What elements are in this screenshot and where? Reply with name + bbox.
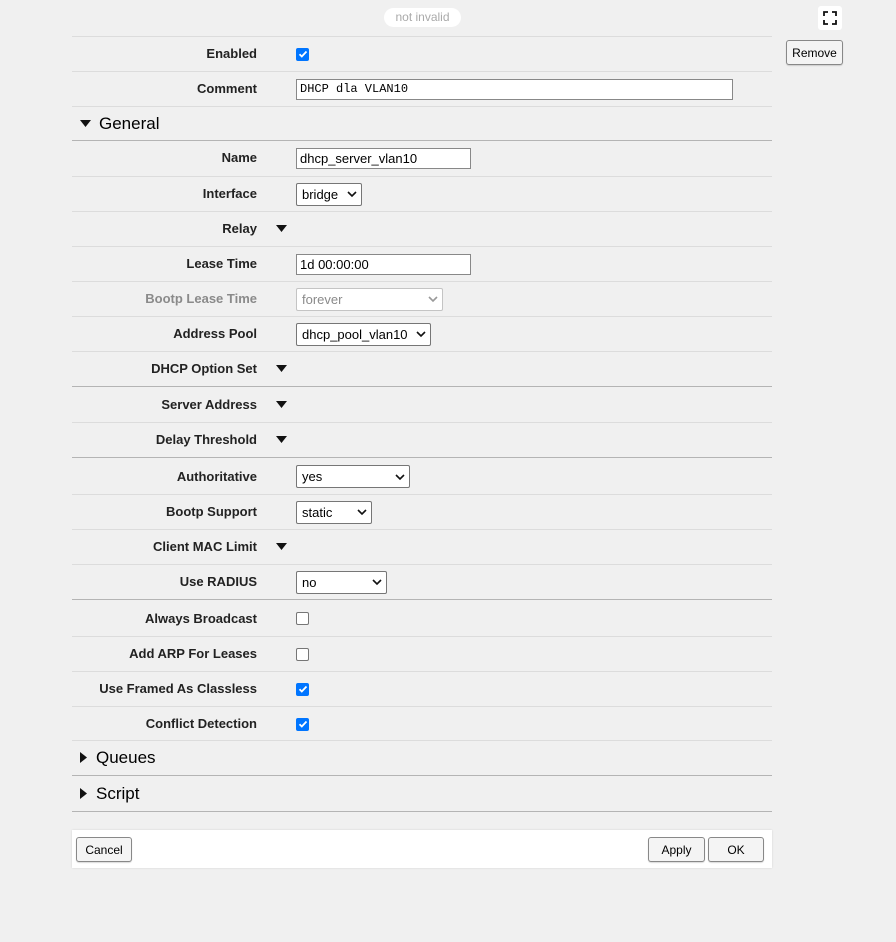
triangle-down-icon[interactable] — [276, 225, 287, 233]
triangle-down-icon — [80, 119, 91, 127]
chevron-down-icon — [372, 579, 382, 586]
row-comment: Comment DHCP dla VLAN10 — [72, 71, 772, 106]
chevron-down-icon — [357, 509, 367, 516]
section-script[interactable]: Script — [72, 776, 772, 811]
row-address-pool: Address Pool dhcp_pool_vlan10 — [72, 316, 772, 351]
use-framed-as-classless-label: Use Framed As Classless — [99, 681, 257, 696]
fullscreen-button[interactable] — [818, 6, 842, 30]
section-queues[interactable]: Queues — [72, 741, 772, 775]
always-broadcast-label: Always Broadcast — [145, 611, 257, 626]
bootp-support-label: Bootp Support — [166, 504, 257, 519]
remove-button[interactable]: Remove — [786, 40, 843, 65]
bootp-lease-time-label: Bootp Lease Time — [145, 291, 257, 306]
section-queues-title: Queues — [96, 747, 156, 767]
conflict-detection-checkbox[interactable] — [296, 717, 309, 731]
apply-button[interactable]: Apply — [648, 837, 705, 862]
name-input[interactable]: dhcp_server_vlan10 — [296, 147, 471, 169]
comment-textarea[interactable]: DHCP dla VLAN10 — [296, 78, 733, 100]
interface-value: bridge — [302, 186, 339, 202]
triangle-down-icon[interactable] — [276, 543, 287, 551]
section-script-title: Script — [96, 783, 140, 803]
use-radius-label: Use RADIUS — [179, 574, 257, 589]
lease-time-label: Lease Time — [186, 256, 257, 271]
row-always-broadcast: Always Broadcast — [72, 599, 772, 636]
relay-label: Relay — [222, 221, 257, 236]
delay-threshold-label: Delay Threshold — [155, 432, 257, 447]
row-use-framed-as-classless: Use Framed As Classless — [72, 671, 772, 706]
dhcp-server-form: Enabled Comment DHCP dla VLAN10 General … — [72, 36, 772, 812]
use-framed-as-classless-checkbox[interactable] — [296, 682, 309, 696]
triangle-right-icon — [80, 752, 87, 763]
address-pool-label: Address Pool — [173, 326, 257, 341]
triangle-down-icon[interactable] — [276, 401, 287, 409]
address-pool-select[interactable]: dhcp_pool_vlan10 — [296, 322, 431, 346]
client-mac-limit-label: Client MAC Limit — [153, 539, 257, 554]
row-enabled: Enabled — [72, 36, 772, 71]
bootp-support-value: static — [302, 504, 333, 520]
row-delay-threshold: Delay Threshold — [72, 422, 772, 457]
interface-select[interactable]: bridge — [296, 182, 362, 206]
address-pool-value: dhcp_pool_vlan10 — [302, 326, 408, 342]
section-general-title: General — [99, 113, 160, 133]
server-address-label: Server Address — [161, 397, 257, 412]
row-client-mac-limit: Client MAC Limit — [72, 529, 772, 564]
status-badge: not invalid — [384, 8, 461, 27]
row-lease-time: Lease Time 1d 00:00:00 — [72, 246, 772, 281]
check-icon — [298, 720, 307, 728]
authoritative-select[interactable]: yes — [296, 465, 410, 488]
row-conflict-detection: Conflict Detection — [72, 706, 772, 741]
row-dhcp-option-set: DHCP Option Set — [72, 351, 772, 386]
add-arp-for-leases-checkbox[interactable] — [296, 647, 309, 661]
triangle-down-icon[interactable] — [276, 365, 287, 373]
row-bootp-support: Bootp Support static — [72, 494, 772, 529]
lease-time-input[interactable]: 1d 00:00:00 — [296, 253, 471, 275]
cancel-button[interactable]: Cancel — [76, 837, 132, 862]
comment-label: Comment — [197, 81, 257, 96]
authoritative-label: Authoritative — [176, 469, 257, 484]
check-icon — [298, 50, 307, 58]
row-relay: Relay — [72, 211, 772, 246]
use-radius-value: no — [302, 574, 317, 590]
use-radius-select[interactable]: no — [296, 570, 387, 594]
section-general[interactable]: General — [72, 106, 772, 140]
name-label: Name — [221, 150, 257, 165]
check-icon — [298, 685, 307, 693]
row-name: Name dhcp_server_vlan10 — [72, 141, 772, 176]
add-arp-for-leases-label: Add ARP For Leases — [129, 646, 257, 661]
bootp-support-select[interactable]: static — [296, 500, 372, 524]
conflict-detection-label: Conflict Detection — [145, 716, 257, 731]
row-add-arp-for-leases: Add ARP For Leases — [72, 636, 772, 671]
ok-button[interactable]: OK — [708, 837, 764, 862]
triangle-right-icon — [80, 788, 87, 799]
chevron-down-icon — [395, 473, 405, 480]
interface-label: Interface — [202, 186, 257, 201]
always-broadcast-checkbox[interactable] — [296, 612, 309, 625]
bootp-lease-time-value: forever — [302, 291, 343, 307]
row-use-radius: Use RADIUS no — [72, 564, 772, 599]
row-bootp-lease-time: Bootp Lease Time forever — [72, 281, 772, 316]
chevron-down-icon — [428, 296, 438, 303]
row-interface: Interface bridge — [72, 176, 772, 211]
chevron-down-icon — [416, 331, 426, 338]
enabled-label: Enabled — [206, 46, 257, 61]
triangle-down-icon[interactable] — [276, 436, 287, 444]
row-authoritative: Authoritative yes — [72, 457, 772, 494]
enabled-checkbox[interactable] — [296, 47, 309, 61]
fullscreen-icon — [823, 11, 837, 25]
bootp-lease-time-select: forever — [296, 287, 443, 311]
chevron-down-icon — [347, 191, 357, 198]
dhcp-option-set-label: DHCP Option Set — [151, 361, 257, 376]
row-server-address: Server Address — [72, 386, 772, 422]
authoritative-value: yes — [302, 469, 323, 484]
form-footer: Cancel Apply OK — [72, 830, 772, 868]
